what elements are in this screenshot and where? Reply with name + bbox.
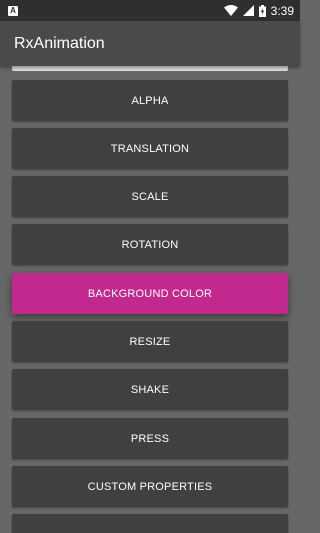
- translation-button-label: TRANSLATION: [110, 142, 190, 155]
- custom-properties-button-label: CUSTOM PROPERTIES: [87, 480, 213, 493]
- press-button-label: PRESS: [130, 432, 170, 445]
- rotation-button[interactable]: ROTATION: [12, 224, 288, 265]
- battery-charging-icon: [258, 4, 266, 17]
- alpha-button-label: ALPHA: [131, 94, 169, 107]
- status-left: A: [8, 5, 18, 16]
- wifi-icon: [223, 5, 238, 16]
- animation-button-list[interactable]: ALPHA TRANSLATION SCALE ROTATION BACKGRO…: [0, 66, 300, 533]
- app-title: RxAnimation: [14, 34, 105, 52]
- alpha-button[interactable]: ALPHA: [12, 80, 288, 121]
- status-time: 3:39: [270, 3, 294, 18]
- background-color-button-label: BACKGROUND COLOR: [87, 287, 213, 300]
- signal-icon: [242, 5, 254, 16]
- scale-button-label: SCALE: [131, 190, 169, 203]
- resize-button[interactable]: RESIZE: [12, 321, 288, 362]
- partial-edit-field: [12, 66, 288, 71]
- app-bar: RxAnimation: [0, 21, 300, 66]
- background-color-button[interactable]: BACKGROUND COLOR: [12, 273, 288, 314]
- status-right: 3:39: [223, 3, 294, 18]
- shake-button-label: SHAKE: [130, 383, 170, 396]
- custom-properties-button[interactable]: CUSTOM PROPERTIES: [12, 466, 288, 507]
- rotation-button-label: ROTATION: [121, 238, 179, 251]
- resize-button-label: RESIZE: [129, 335, 171, 348]
- notification-icon: A: [8, 5, 18, 16]
- shake-button[interactable]: SHAKE: [12, 369, 288, 410]
- partial-next-button[interactable]: [12, 514, 288, 533]
- status-bar: A 3:39: [0, 0, 300, 21]
- translation-button[interactable]: TRANSLATION: [12, 128, 288, 169]
- press-button[interactable]: PRESS: [12, 418, 288, 459]
- scale-button[interactable]: SCALE: [12, 176, 288, 217]
